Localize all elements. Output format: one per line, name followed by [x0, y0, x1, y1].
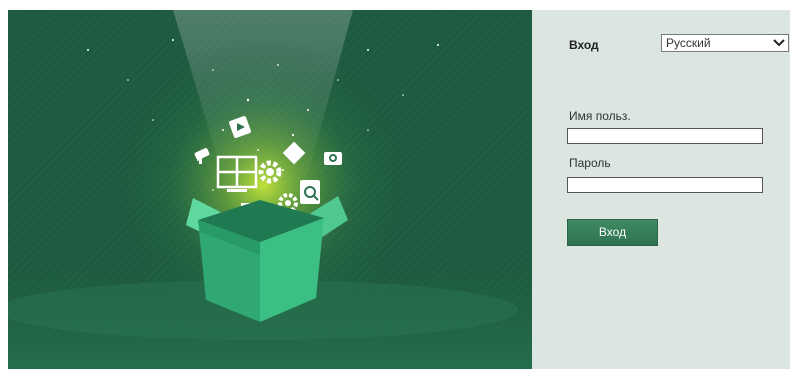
camera-icon — [324, 152, 342, 165]
password-label: Пароль — [569, 156, 611, 170]
username-input[interactable] — [567, 128, 763, 144]
login-panel: Вход Русский Имя польз. Пароль Вход — [532, 10, 790, 369]
login-button[interactable]: Вход — [567, 219, 658, 246]
hero-illustration — [8, 10, 532, 369]
gift-box-illustration — [8, 10, 532, 369]
language-selected-value: Русский — [666, 36, 711, 50]
username-label: Имя польз. — [569, 109, 631, 123]
chevron-down-icon — [773, 39, 785, 47]
password-input[interactable] — [567, 177, 763, 193]
search-icon — [300, 180, 320, 204]
login-page: Вход Русский Имя польз. Пароль Вход — [0, 0, 790, 369]
login-title: Вход — [569, 38, 599, 52]
language-select[interactable]: Русский — [661, 34, 789, 52]
